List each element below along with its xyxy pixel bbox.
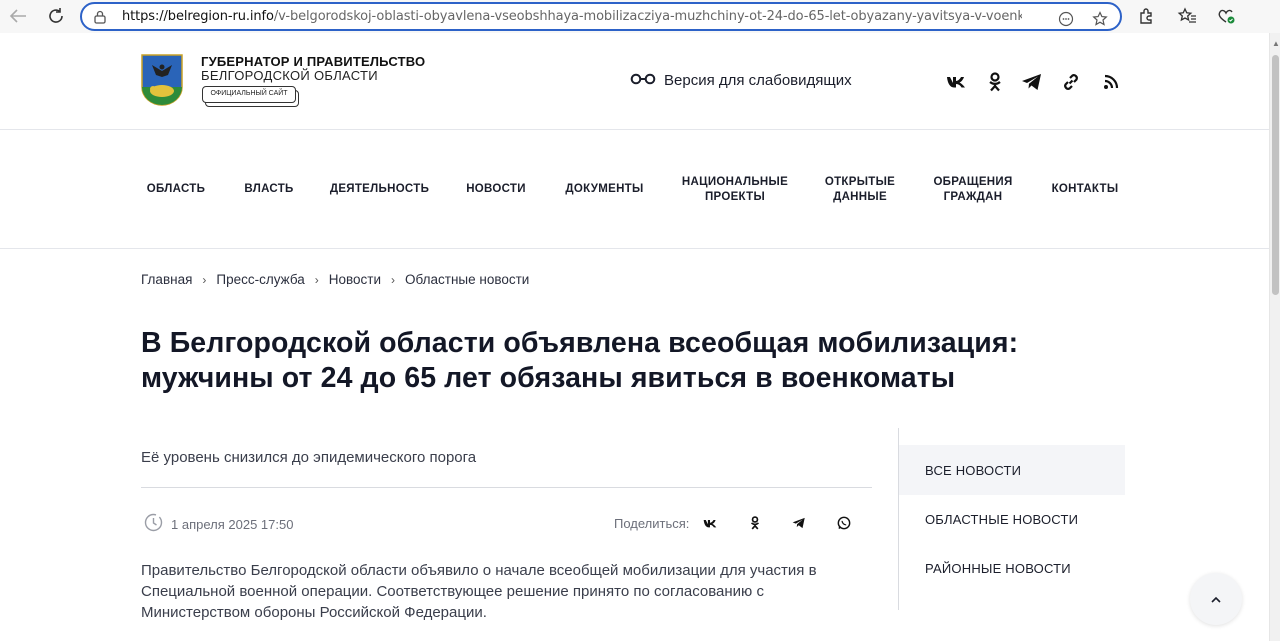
page-title: В Белгородской области объявлена всеобща… [141, 327, 1019, 394]
divider [141, 487, 872, 488]
browser-essentials-icon[interactable] [1215, 6, 1237, 26]
link-icon[interactable] [1060, 71, 1082, 93]
share-whatsapp-icon[interactable] [835, 514, 853, 532]
news-sidebar: ВСЕ НОВОСТИ ОБЛАСТНЫЕ НОВОСТИ РАЙОННЫЕ Н… [898, 428, 1125, 610]
favorites-icon[interactable] [1176, 6, 1198, 26]
share-label: Поделиться: [614, 516, 690, 531]
share-odnoklassniki-icon[interactable] [746, 514, 764, 532]
share-vk-icon[interactable] [701, 514, 719, 532]
nav-item-citizen-appeals[interactable]: ОБРАЩЕНИЯ ГРАЖДАН [928, 130, 1018, 249]
breadcrumb-regional-news: Областные новости [405, 272, 530, 287]
chevron-right-icon: › [391, 272, 396, 287]
low-vision-label: Версия для слабовидящих [664, 72, 852, 89]
chevron-up-icon [1211, 590, 1221, 608]
nav-item-news[interactable]: НОВОСТИ [460, 130, 532, 249]
scroll-to-top-button[interactable] [1190, 573, 1242, 625]
main-navigation: ОБЛАСТЬ ВЛАСТЬ ДЕЯТЕЛЬНОСТЬ НОВОСТИ ДОКУ… [0, 130, 1269, 249]
nav-item-open-data[interactable]: ОТКРЫТЫЕ ДАННЫЕ [818, 130, 902, 249]
scroll-thumb[interactable] [1272, 55, 1279, 295]
breadcrumb: Главная › Пресс-служба › Новости › Облас… [141, 272, 529, 287]
breadcrumb-press[interactable]: Пресс-служба [216, 272, 304, 287]
article-date: 1 апреля 2025 17:50 [171, 516, 294, 532]
glasses-icon [630, 72, 656, 89]
article-lead: Её уровень снизился до эпидемического по… [141, 449, 477, 466]
nav-item-authority[interactable]: ВЛАСТЬ [238, 130, 300, 249]
sidebar-item-district-news[interactable]: РАЙОННЫЕ НОВОСТИ [899, 543, 1125, 593]
sidebar-item-all-news[interactable]: ВСЕ НОВОСТИ [899, 445, 1125, 495]
chevron-right-icon: › [314, 272, 319, 287]
site-subtitle: БЕЛГОРОДСКОЙ ОБЛАСТИ [201, 68, 378, 83]
share-telegram-icon[interactable] [790, 514, 808, 532]
chevron-right-icon: › [202, 272, 207, 287]
official-site-badge: ОФИЦИАЛЬНЫЙ САЙТ [202, 86, 296, 103]
scroll-up-arrow-icon[interactable]: ▲ [1272, 39, 1280, 48]
favorite-star-icon[interactable] [1090, 10, 1110, 28]
nav-item-documents[interactable]: ДОКУМЕНТЫ [560, 130, 649, 249]
low-vision-link[interactable]: Версия для слабовидящих [630, 72, 852, 89]
read-aloud-icon[interactable] [1056, 10, 1076, 28]
odnoklassniki-icon[interactable] [984, 71, 1006, 93]
page-scrollbar[interactable]: ▲ [1269, 33, 1280, 641]
reload-icon[interactable] [44, 5, 68, 27]
telegram-icon[interactable] [1021, 71, 1043, 93]
belgorod-emblem-logo[interactable] [140, 53, 184, 107]
sidebar-item-regional-news[interactable]: ОБЛАСТНЫЕ НОВОСТИ [899, 494, 1125, 544]
article-meta: 1 апреля 2025 17:50 [144, 513, 293, 535]
extensions-icon[interactable] [1135, 6, 1157, 26]
address-bar[interactable]: https://belregion-ru.info/v-belgorodskoj… [80, 2, 1122, 31]
nav-item-region[interactable]: ОБЛАСТЬ [141, 130, 211, 249]
nav-item-contacts[interactable]: КОНТАКТЫ [1047, 130, 1123, 249]
article-body: Правительство Белгородской области объяв… [141, 562, 817, 621]
rss-icon[interactable] [1100, 71, 1122, 93]
clock-icon [144, 513, 163, 535]
site-title: ГУБЕРНАТОР И ПРАВИТЕЛЬСТВО [201, 54, 426, 69]
breadcrumb-home[interactable]: Главная [141, 272, 192, 287]
nav-item-national-projects[interactable]: НАЦИОНАЛЬНЫЕ ПРОЕКТЫ [676, 130, 794, 249]
url-text[interactable]: https://belregion-ru.info/v-belgorodskoj… [122, 9, 1022, 24]
browser-toolbar: https://belregion-ru.info/v-belgorodskoj… [0, 0, 1280, 33]
nav-item-activity[interactable]: ДЕЯТЕЛЬНОСТЬ [328, 130, 431, 249]
site-header: ГУБЕРНАТОР И ПРАВИТЕЛЬСТВО БЕЛГОРОДСКОЙ … [0, 33, 1269, 130]
lock-icon[interactable] [94, 9, 108, 25]
vk-icon[interactable] [945, 71, 967, 93]
breadcrumb-news[interactable]: Новости [329, 272, 381, 287]
back-icon[interactable] [6, 5, 30, 27]
